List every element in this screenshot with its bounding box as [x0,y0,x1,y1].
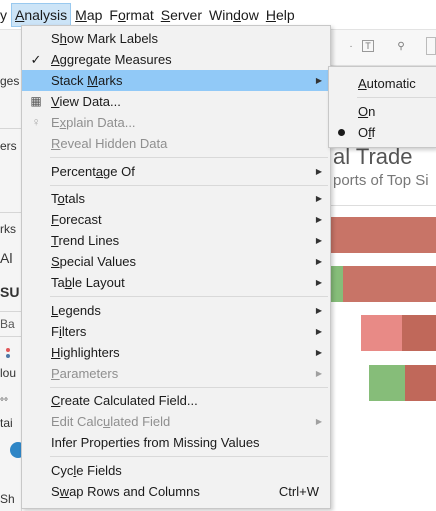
menu-separator [50,456,328,457]
side-panel-text: lou [0,366,17,380]
menu-item-totals[interactable]: Totals ▶ [22,188,330,209]
submenu-arrow-icon: ▶ [315,76,322,85]
menu-item-show-mark-labels[interactable]: Show Mark Labels [22,28,330,49]
divider [331,205,436,206]
separator-dot: · [349,41,353,52]
divider [0,212,22,213]
submenu-arrow-icon: ▶ [315,369,322,378]
shortcut-label: Ctrl+W [278,484,319,499]
radio-selected-icon [338,129,345,136]
analysis-menu: Show Mark Labels ✓ Aggregate Measures St… [21,25,331,509]
submenu-arrow-icon: ▶ [315,327,322,336]
menu-map[interactable]: Map [72,3,105,27]
submenu-item-automatic[interactable]: Automatic [329,73,436,94]
menu-server[interactable]: Server [158,3,205,27]
submenu-arrow-icon: ▶ [315,194,322,203]
menu-item-aggregate-measures[interactable]: ✓ Aggregate Measures [22,49,330,70]
menu-item-cycle-fields[interactable]: Cycle Fields [22,460,330,481]
menu-item-filters[interactable]: Filters ▶ [22,321,330,342]
menu-window[interactable]: Window [206,3,262,27]
menu-item-trend-lines[interactable]: Trend Lines ▶ [22,230,330,251]
menu-item-stack-marks[interactable]: Stack Marks ▶ [22,70,330,91]
menu-item-highlighters[interactable]: Highlighters ▶ [22,342,330,363]
submenu-arrow-icon: ▶ [315,306,322,315]
bar-segment[interactable] [331,266,343,302]
submenu-arrow-icon: ▶ [315,215,322,224]
submenu-arrow-icon: ▶ [315,348,322,357]
menu-item-percentage-of[interactable]: Percentage Of ▶ [22,161,330,182]
bar-segment[interactable] [405,365,436,401]
bar-segment[interactable] [402,315,436,351]
bar-segment[interactable] [331,217,436,253]
color-dot-icon [6,348,10,352]
submenu-arrow-icon: ▶ [315,236,322,245]
menu-item-swap-rows-columns[interactable]: Swap Rows and Columns Ctrl+W [22,481,330,502]
menu-item-table-layout[interactable]: Table Layout ▶ [22,272,330,293]
divider [0,311,22,312]
menu-separator [50,185,328,186]
menu-analysis[interactable]: Analysis [11,2,72,27]
side-panel-strip [0,30,22,511]
toolbar: · T ⚲ [330,30,436,66]
menu-item-create-calculated-field[interactable]: Create Calculated Field... [22,390,330,411]
toolbar-button[interactable] [426,37,436,55]
menu-item-edit-calculated-field[interactable]: Edit Calculated Field ▶ [22,411,330,432]
submenu-arrow-icon: ▶ [315,167,322,176]
divider [0,128,22,129]
side-panel-text[interactable]: Al [0,250,22,266]
side-panel-text[interactable]: Ba [0,317,22,331]
menu-item-parameters[interactable]: Parameters ▶ [22,363,330,384]
submenu-item-off[interactable]: Off [329,122,436,143]
menu-item-explain-data[interactable]: ♀ Explain Data... [22,112,330,133]
side-panel-text: SU [0,284,20,300]
side-panel-text: Sh [0,492,15,506]
menu-item-legends[interactable]: Legends ▶ [22,300,330,321]
submenu-arrow-icon: ▶ [315,278,322,287]
menu-separator [50,387,328,388]
viz-subtitle: ports of Top Si [333,172,429,189]
side-panel-text: ges [0,74,20,88]
menu-item-reveal-hidden-data[interactable]: Reveal Hidden Data [22,133,330,154]
menu-separator [50,296,328,297]
side-panel-text: tai [0,416,13,430]
divider [0,336,22,337]
bar-segment[interactable] [361,315,402,351]
stack-marks-submenu: Automatic On Off [328,66,436,148]
checkmark-icon: ✓ [30,52,42,67]
submenu-arrow-icon: ▶ [315,257,322,266]
text-format-icon[interactable]: T [362,40,374,52]
side-panel-text: ers [0,139,17,153]
menu-partial[interactable]: y [0,3,10,27]
menu-help[interactable]: Help [263,3,298,27]
menu-item-forecast[interactable]: Forecast ▶ [22,209,330,230]
menu-separator [357,97,436,98]
submenu-item-on[interactable]: On [329,101,436,122]
bar-segment[interactable] [369,365,405,401]
table-icon: ▦ [30,94,42,108]
menu-item-view-data[interactable]: ▦ View Data... [22,91,330,112]
menu-format[interactable]: Format [106,3,156,27]
lightbulb-icon: ♀ [31,115,41,129]
menu-item-special-values[interactable]: Special Values ▶ [22,251,330,272]
bar-segment[interactable] [343,266,436,302]
color-dot-icon [6,354,10,358]
submenu-arrow-icon: ▶ [315,417,322,426]
detail-icon: °° [0,397,8,408]
menu-separator [50,157,328,158]
side-panel-text: rks [0,222,16,236]
pin-icon[interactable]: ⚲ [394,40,408,54]
menu-item-infer-properties[interactable]: Infer Properties from Missing Values [22,432,330,453]
